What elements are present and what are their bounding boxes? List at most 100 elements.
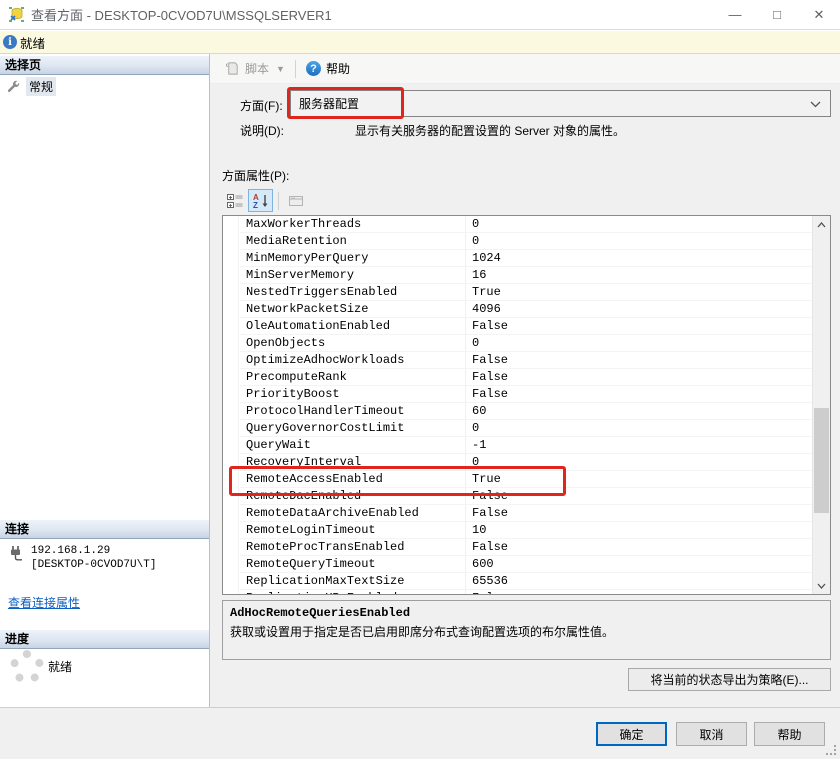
property-detail-panel: AdHocRemoteQueriesEnabled 获取或设置用于指定是否已启用… [222, 600, 831, 660]
property-name: OpenObjects [240, 336, 465, 350]
info-icon: i [3, 35, 17, 49]
table-row[interactable]: NetworkPacketSize 4096 [240, 301, 812, 318]
property-value: 65536 [465, 573, 812, 589]
table-row[interactable]: QueryWait -1 [240, 437, 812, 454]
property-value: False [465, 318, 812, 334]
chevron-down-icon [810, 101, 821, 108]
alphabetical-sort-button[interactable]: A Z [248, 189, 273, 212]
table-row[interactable]: PrecomputeRank False [240, 369, 812, 386]
connection-icon [8, 545, 24, 561]
facet-dropdown-value: 服务器配置 [299, 95, 359, 112]
close-button[interactable]: ✕ [798, 0, 840, 30]
view-connection-properties-link[interactable]: 查看连接属性 [8, 594, 80, 611]
property-value: True [465, 284, 812, 300]
export-policy-button[interactable]: 将当前的状态导出为策略(E)... [628, 668, 831, 691]
table-row[interactable]: MediaRetention 0 [240, 233, 812, 250]
table-row[interactable]: OptimizeAdhocWorkloads False [240, 352, 812, 369]
table-row[interactable]: ReplicationMaxTextSize 65536 [240, 573, 812, 590]
property-name: ProtocolHandlerTimeout [240, 404, 465, 418]
property-value: False [465, 386, 812, 402]
property-value: 0 [465, 420, 812, 436]
window-title: 查看方面 - DESKTOP-0CVOD7U\MSSQLSERVER1 [31, 5, 714, 24]
description-label: 说明(D): [240, 122, 284, 139]
property-name: RemoteDataArchiveEnabled [240, 506, 465, 520]
scroll-up-icon[interactable] [813, 216, 830, 233]
property-value: 4096 [465, 301, 812, 317]
table-row[interactable]: RecoveryInterval 0 [240, 454, 812, 471]
property-pages-icon [288, 193, 304, 209]
table-row[interactable]: QueryGovernorCostLimit 0 [240, 420, 812, 437]
property-name: RemoteLoginTimeout [240, 523, 465, 537]
cancel-button[interactable]: 取消 [676, 722, 747, 746]
property-value: 0 [465, 454, 812, 470]
property-name: RemoteDacEnabled [240, 489, 465, 503]
table-row[interactable]: RemoteDacEnabled False [240, 488, 812, 505]
scrollbar-thumb[interactable] [814, 408, 829, 513]
property-value: False [465, 590, 812, 594]
resize-grip[interactable] [826, 745, 837, 756]
status-text: 就绪 [20, 33, 45, 52]
help-button[interactable]: 帮助 [754, 722, 825, 746]
property-name: OptimizeAdhocWorkloads [240, 353, 465, 367]
detail-property-name: AdHocRemoteQueriesEnabled [230, 606, 823, 620]
property-name: MinServerMemory [240, 268, 465, 282]
toolbar-separator [295, 60, 296, 78]
property-name: MaxWorkerThreads [240, 217, 465, 231]
sidebar: 选择页 常规 连接 192.168.1.29 [DESKTOP-0CVOD7U\… [0, 54, 210, 707]
help-toolbar-button[interactable]: ? 帮助 [303, 58, 353, 79]
property-name: NetworkPacketSize [240, 302, 465, 316]
categorized-button[interactable] [222, 189, 247, 212]
table-row[interactable]: RemoteAccessEnabled True [240, 471, 812, 488]
status-bar: i 就绪 [0, 31, 840, 54]
property-name: QueryGovernorCostLimit [240, 421, 465, 435]
table-row[interactable]: ReplicationXPsEnabled False [240, 590, 812, 594]
table-row[interactable]: MaxWorkerThreads 0 [240, 216, 812, 233]
view-facets-icon [8, 6, 25, 23]
property-name: RecoveryInterval [240, 455, 465, 469]
sidebar-item-general[interactable]: 常规 [6, 77, 56, 96]
table-row[interactable]: OpenObjects 0 [240, 335, 812, 352]
property-value: 0 [465, 335, 812, 351]
property-value: False [465, 505, 812, 521]
property-name: PrecomputeRank [240, 370, 465, 384]
property-value: False [465, 539, 812, 555]
facet-description: 显示有关服务器的配置设置的 Server 对象的属性。 [355, 122, 625, 139]
scroll-down-icon[interactable] [813, 577, 830, 594]
table-row[interactable]: RemoteLoginTimeout 10 [240, 522, 812, 539]
property-value: False [465, 352, 812, 368]
help-icon: ? [306, 61, 321, 76]
property-value: -1 [465, 437, 812, 453]
help-toolbar-label: 帮助 [326, 60, 350, 77]
table-row[interactable]: RemoteDataArchiveEnabled False [240, 505, 812, 522]
footer-bar: 确定 取消 帮助 [0, 707, 840, 759]
property-name: MinMemoryPerQuery [240, 251, 465, 265]
property-value: 0 [465, 233, 812, 249]
table-row[interactable]: RemoteQueryTimeout 600 [240, 556, 812, 573]
facet-dropdown[interactable]: 服务器配置 [290, 90, 831, 117]
ok-button[interactable]: 确定 [596, 722, 667, 746]
connection-server: 192.168.1.29 [31, 544, 156, 558]
table-row[interactable]: RemoteProcTransEnabled False [240, 539, 812, 556]
grid-scrollbar[interactable] [812, 216, 830, 594]
title-bar: 查看方面 - DESKTOP-0CVOD7U\MSSQLSERVER1 — □ … [0, 0, 840, 30]
svg-text:Z: Z [253, 201, 258, 209]
table-row[interactable]: NestedTriggersEnabled True [240, 284, 812, 301]
property-value: 10 [465, 522, 812, 538]
property-pages-button[interactable] [283, 189, 308, 212]
minibar-separator [278, 192, 279, 210]
progress-status: 就绪 [48, 658, 72, 675]
table-row[interactable]: MinServerMemory 16 [240, 267, 812, 284]
property-name: OleAutomationEnabled [240, 319, 465, 333]
table-row[interactable]: MinMemoryPerQuery 1024 [240, 250, 812, 267]
table-row[interactable]: PriorityBoost False [240, 386, 812, 403]
script-dropdown-icon[interactable]: ▼ [276, 64, 285, 74]
maximize-button[interactable]: □ [756, 0, 798, 30]
minimize-button[interactable]: — [714, 0, 756, 30]
connection-user: [DESKTOP-0CVOD7U\T] [31, 558, 156, 572]
select-page-header: 选择页 [0, 56, 209, 75]
property-name: PriorityBoost [240, 387, 465, 401]
table-row[interactable]: ProtocolHandlerTimeout 60 [240, 403, 812, 420]
dialog-toolbar: 脚本 ▼ ? 帮助 [210, 54, 840, 84]
script-button[interactable]: 脚本 ▼ [222, 58, 288, 79]
table-row[interactable]: OleAutomationEnabled False [240, 318, 812, 335]
